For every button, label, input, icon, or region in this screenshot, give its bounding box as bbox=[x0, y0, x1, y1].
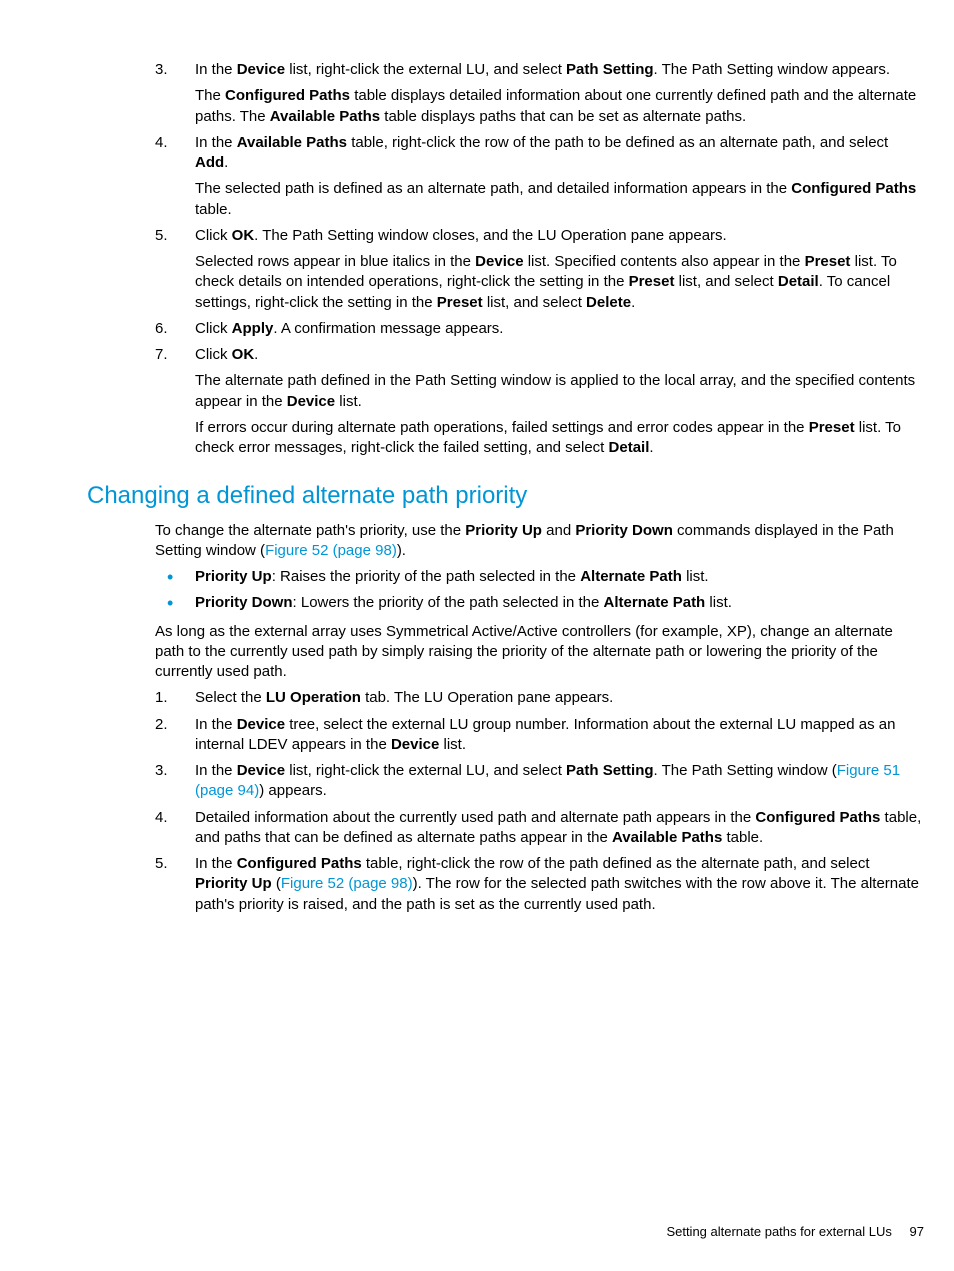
paragraph: In the Available Paths table, right-clic… bbox=[195, 133, 924, 174]
page-content: 3. In the Device list, right-click the e… bbox=[0, 0, 954, 1271]
list-marker: 1. bbox=[155, 688, 183, 708]
list-item: 6. Click Apply. A confirmation message a… bbox=[155, 319, 924, 339]
list-item: 5. Click OK. The Path Setting window clo… bbox=[155, 226, 924, 313]
procedure-list-1: 3. In the Device list, right-click the e… bbox=[155, 60, 924, 458]
list-item: Priority Up: Raises the priority of the … bbox=[155, 567, 924, 587]
list-marker: 7. bbox=[155, 345, 183, 365]
list-marker: 6. bbox=[155, 319, 183, 339]
paragraph: In the Device list, right-click the exte… bbox=[195, 761, 924, 802]
paragraph: Click OK. bbox=[195, 345, 924, 365]
list-marker: 2. bbox=[155, 715, 183, 735]
list-item: Priority Down: Lowers the priority of th… bbox=[155, 593, 924, 613]
list-marker: 4. bbox=[155, 133, 183, 153]
list-item: 3. In the Device list, right-click the e… bbox=[155, 761, 924, 802]
paragraph: Select the LU Operation tab. The LU Oper… bbox=[195, 688, 924, 708]
paragraph: If errors occur during alternate path op… bbox=[195, 418, 924, 459]
xref-link[interactable]: Figure 52 (page 98) bbox=[265, 542, 397, 559]
footer-text: Setting alternate paths for external LUs bbox=[666, 1224, 891, 1239]
list-item: 2. In the Device tree, select the extern… bbox=[155, 715, 924, 756]
list-item: 7. Click OK. The alternate path defined … bbox=[155, 345, 924, 458]
list-item: 4. In the Available Paths table, right-c… bbox=[155, 133, 924, 220]
paragraph: Click Apply. A confirmation message appe… bbox=[195, 319, 924, 339]
bullet-list: Priority Up: Raises the priority of the … bbox=[155, 567, 924, 614]
paragraph: Click OK. The Path Setting window closes… bbox=[195, 226, 924, 246]
list-marker: 3. bbox=[155, 60, 183, 80]
section-body: To change the alternate path's priority,… bbox=[155, 521, 924, 683]
xref-link[interactable]: Figure 52 (page 98) bbox=[281, 875, 413, 892]
paragraph: Selected rows appear in blue italics in … bbox=[195, 252, 924, 313]
list-item: 5. In the Configured Paths table, right-… bbox=[155, 854, 924, 915]
section-heading: Changing a defined alternate path priori… bbox=[87, 480, 924, 512]
list-marker: 5. bbox=[155, 226, 183, 246]
paragraph: As long as the external array uses Symme… bbox=[155, 622, 924, 683]
paragraph: In the Device tree, select the external … bbox=[195, 715, 924, 756]
paragraph: To change the alternate path's priority,… bbox=[155, 521, 924, 562]
list-item: 4. Detailed information about the curren… bbox=[155, 808, 924, 849]
list-item: 3. In the Device list, right-click the e… bbox=[155, 60, 924, 127]
page-footer: Setting alternate paths for external LUs… bbox=[666, 1223, 924, 1241]
page-number: 97 bbox=[910, 1224, 924, 1239]
list-marker: 4. bbox=[155, 808, 183, 828]
list-marker: 3. bbox=[155, 761, 183, 781]
list-item: 1. Select the LU Operation tab. The LU O… bbox=[155, 688, 924, 708]
paragraph: The alternate path defined in the Path S… bbox=[195, 371, 924, 412]
paragraph: Detailed information about the currently… bbox=[195, 808, 924, 849]
paragraph: In the Device list, right-click the exte… bbox=[195, 60, 924, 80]
paragraph: The selected path is defined as an alter… bbox=[195, 179, 924, 220]
list-marker: 5. bbox=[155, 854, 183, 874]
paragraph: In the Configured Paths table, right-cli… bbox=[195, 854, 924, 915]
paragraph: The Configured Paths table displays deta… bbox=[195, 86, 924, 127]
procedure-list-2: 1. Select the LU Operation tab. The LU O… bbox=[155, 688, 924, 915]
